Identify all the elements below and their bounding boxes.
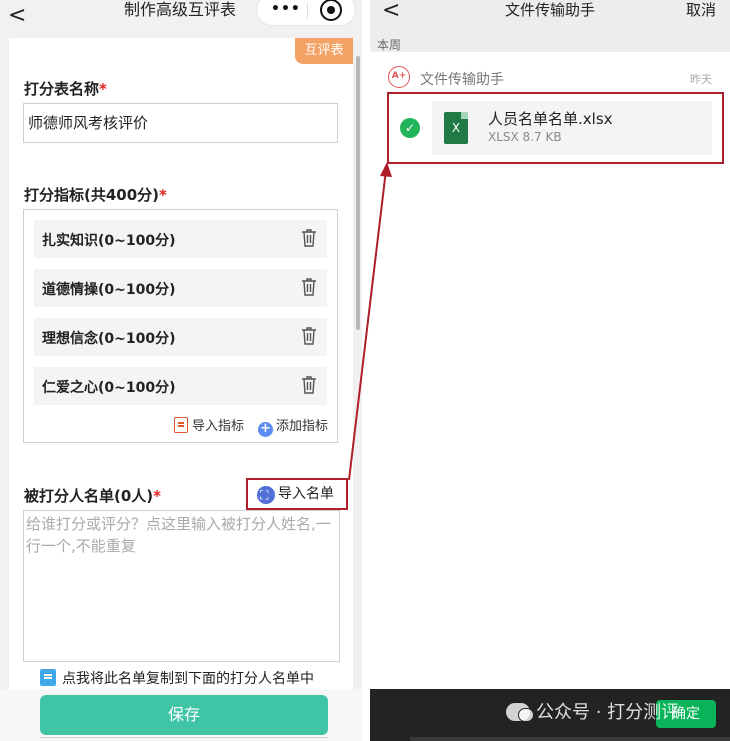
required-mark: * [159, 186, 167, 204]
section-header: 本周 [377, 38, 402, 52]
capsule-divider [307, 3, 308, 19]
file-meta: XLSX 8.7 KB [488, 130, 562, 144]
indicator-label: 理想信念(0~100分) [42, 331, 176, 347]
form-type-badge: 互评表 [295, 38, 353, 64]
import-list-button[interactable]: 导入名单 [246, 478, 348, 510]
more-icon[interactable]: ••• [271, 1, 301, 17]
plus-icon: + [258, 422, 273, 437]
add-indicator-button[interactable]: + 添加指标 [258, 415, 328, 437]
bottom-divider [40, 737, 328, 741]
cancel-button[interactable]: 取消 [686, 0, 716, 20]
target-list-textarea[interactable]: 给谁打分或评分？点这里输入被打分人姓名,一行一个,不能重复 [23, 510, 340, 662]
file-item[interactable]: X 人员名单名单.xlsx XLSX 8.7 KB [432, 101, 712, 155]
indicator-label: 道德情操(0~100分) [42, 282, 176, 298]
indicator-actions: 导入指标 + 添加指标 [174, 415, 334, 437]
file-picker-panel: < 文件传输助手 取消 本周 A+ 文件传输助手 昨天 ✓ X 人员名单名单.x… [370, 0, 730, 741]
file-transfer-icon: A+ [388, 66, 410, 88]
page-title: 制作高级互评表 [123, 0, 236, 19]
targets-label: 被打分人名单(0人)* [24, 487, 162, 505]
scrollbar[interactable] [356, 56, 360, 330]
picker-title: 文件传输助手 [504, 1, 595, 19]
left-nav-bar: < 制作高级互评表 ••• [0, 0, 362, 38]
trash-icon[interactable] [301, 228, 317, 248]
required-mark: * [153, 487, 162, 505]
trash-icon[interactable] [301, 277, 317, 297]
copy-icon [40, 669, 56, 686]
indicator-label: 扎实知识(0~100分) [42, 233, 176, 249]
indicator-item[interactable]: 仁爱之心(0~100分) [34, 367, 327, 405]
form-name-input[interactable]: 师德师风考核评价 [23, 103, 338, 143]
back-icon[interactable]: < [8, 2, 32, 30]
source-time: 昨天 [690, 73, 712, 86]
panel-divider [362, 0, 370, 741]
file-name: 人员名单名单.xlsx [488, 110, 613, 128]
scan-icon [257, 481, 275, 509]
form-editor-panel: < 制作高级互评表 ••• 互评表 打分表名称* 师德师风考核评价 打分指标(共… [0, 0, 362, 741]
required-mark: * [99, 80, 107, 98]
indicators-box: 扎实知识(0~100分) 道德情操(0~100分) 理想信念(0~100分) 仁… [23, 209, 338, 443]
copy-list-link[interactable]: 点我将此名单复制到下面的打分人名单中 [40, 668, 314, 688]
document-icon [174, 417, 188, 433]
form-name-label: 打分表名称* [24, 80, 107, 98]
back-icon[interactable]: < [382, 0, 400, 23]
import-indicators-button[interactable]: 导入指标 [174, 415, 244, 434]
selected-check-icon[interactable]: ✓ [400, 118, 420, 138]
excel-file-icon: X [444, 112, 468, 144]
indicator-item[interactable]: 扎实知识(0~100分) [34, 220, 327, 258]
mini-program-capsule: ••• [256, 0, 356, 26]
indicator-label: 仁爱之心(0~100分) [42, 380, 176, 396]
wechat-icon [506, 703, 534, 722]
trash-icon[interactable] [301, 326, 317, 346]
source-name: 文件传输助手 [420, 72, 504, 88]
bottom-strip [410, 737, 730, 741]
close-mini-program-icon[interactable] [320, 0, 342, 21]
indicators-label: 打分指标(共400分)* [24, 186, 167, 204]
indicator-item[interactable]: 理想信念(0~100分) [34, 318, 327, 356]
save-button[interactable]: 保存 [40, 695, 328, 735]
trash-icon[interactable] [301, 375, 317, 395]
watermark: 公众号 · 打分测评 [506, 699, 726, 727]
indicator-item[interactable]: 道德情操(0~100分) [34, 269, 327, 307]
